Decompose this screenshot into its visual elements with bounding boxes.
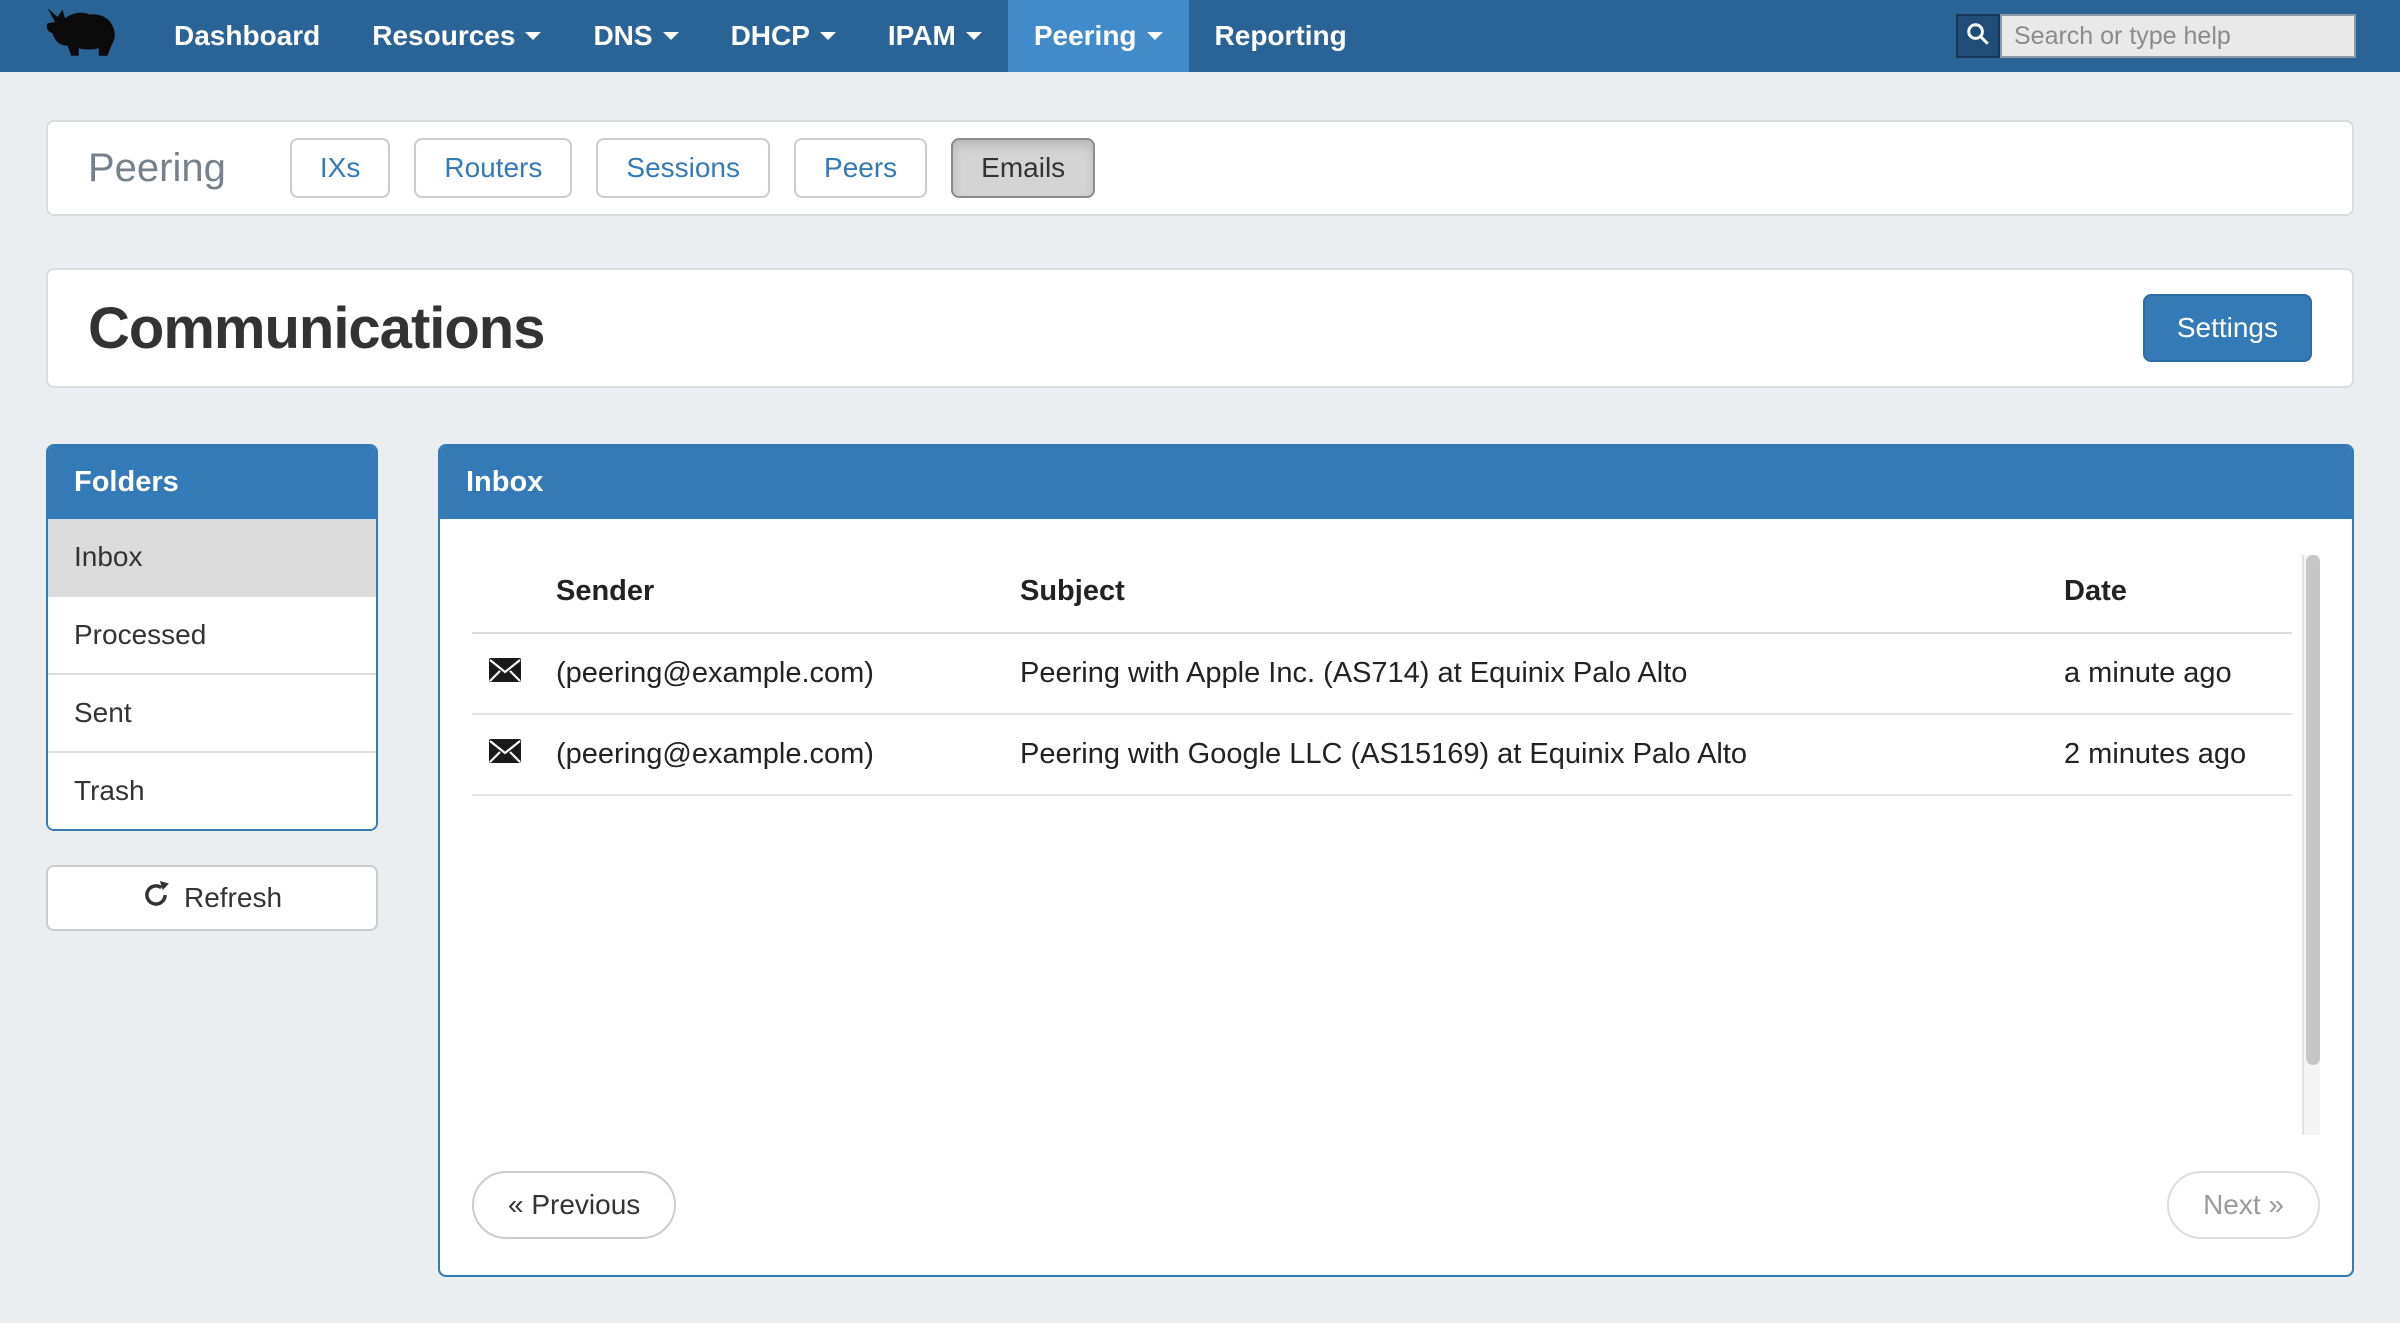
toolbar-buttons: IXs Routers Sessions Peers Emails <box>290 138 1095 198</box>
envelope-icon <box>488 738 522 772</box>
email-table-header-row: Sender Subject Date <box>472 551 2292 633</box>
search-icon <box>1965 18 1991 55</box>
toolbar-title: Peering <box>88 146 226 191</box>
settings-button[interactable]: Settings <box>2143 294 2312 362</box>
inbox-body: Sender Subject Date <box>440 519 2352 1275</box>
sender-column-header: Sender <box>540 551 1004 633</box>
subject-column-header: Subject <box>1004 551 2048 633</box>
folders-panel-heading: Folders <box>48 446 376 519</box>
nav-label: Resources <box>372 20 515 52</box>
email-row[interactable]: (peering@example.com) Peering with Googl… <box>472 714 2292 795</box>
chevron-down-icon <box>966 32 982 40</box>
peers-button[interactable]: Peers <box>794 138 927 198</box>
nav-item-dhcp[interactable]: DHCP <box>705 0 862 72</box>
search-input[interactable] <box>2000 14 2356 58</box>
email-table-region: Sender Subject Date <box>472 551 2320 1135</box>
routers-button[interactable]: Routers <box>414 138 572 198</box>
page-title: Communications <box>88 295 545 362</box>
inbox-panel: Inbox Sender Subject Date <box>438 444 2354 1277</box>
refresh-icon <box>142 881 170 916</box>
chevron-down-icon <box>525 32 541 40</box>
nav-item-dns[interactable]: DNS <box>567 0 704 72</box>
email-date: 2 minutes ago <box>2048 714 2292 795</box>
email-date: a minute ago <box>2048 633 2292 714</box>
communications-header: Communications Settings <box>46 268 2354 388</box>
table-scrollbar-thumb[interactable] <box>2306 555 2320 1065</box>
folder-item-trash[interactable]: Trash <box>48 751 376 829</box>
nav-label: Dashboard <box>174 20 320 52</box>
email-table: Sender Subject Date <box>472 551 2292 796</box>
refresh-button-label: Refresh <box>184 882 282 914</box>
nav-item-resources[interactable]: Resources <box>346 0 567 72</box>
brand-logo[interactable] <box>0 0 148 72</box>
nav-item-peering[interactable]: Peering <box>1008 0 1189 72</box>
icon-column-header <box>472 551 540 633</box>
pagination: « Previous Next » <box>472 1171 2320 1239</box>
sessions-button[interactable]: Sessions <box>596 138 770 198</box>
folder-list: Inbox Processed Sent Trash <box>48 519 376 829</box>
chevron-down-icon <box>663 32 679 40</box>
emails-button[interactable]: Emails <box>951 138 1095 198</box>
nav-label: IPAM <box>888 20 956 52</box>
ixs-button[interactable]: IXs <box>290 138 390 198</box>
email-row[interactable]: (peering@example.com) Peering with Apple… <box>472 633 2292 714</box>
nav-item-reporting[interactable]: Reporting <box>1189 0 1373 72</box>
rhino-logo-icon <box>40 4 120 68</box>
refresh-button[interactable]: Refresh <box>46 865 378 931</box>
inbox-panel-heading: Inbox <box>440 446 2352 519</box>
folder-item-sent[interactable]: Sent <box>48 673 376 751</box>
main-nav: Dashboard Resources DNS DHCP IPAM Peerin… <box>148 0 1373 72</box>
navbar-search <box>1956 0 2400 72</box>
nav-label: Reporting <box>1215 20 1347 52</box>
nav-item-ipam[interactable]: IPAM <box>862 0 1008 72</box>
search-button[interactable] <box>1956 14 2000 58</box>
date-column-header: Date <box>2048 551 2292 633</box>
nav-label: Peering <box>1034 20 1137 52</box>
folders-panel: Folders Inbox Processed Sent Trash <box>46 444 378 831</box>
nav-label: DHCP <box>731 20 810 52</box>
chevron-down-icon <box>820 32 836 40</box>
table-scrollbar[interactable] <box>2302 555 2320 1135</box>
email-sender: (peering@example.com) <box>540 714 1004 795</box>
folder-item-processed[interactable]: Processed <box>48 595 376 673</box>
previous-page-button[interactable]: « Previous <box>472 1171 676 1239</box>
email-subject: Peering with Apple Inc. (AS714) at Equin… <box>1004 633 2048 714</box>
peering-toolbar: Peering IXs Routers Sessions Peers Email… <box>46 120 2354 216</box>
top-navbar: Dashboard Resources DNS DHCP IPAM Peerin… <box>0 0 2400 72</box>
nav-item-dashboard[interactable]: Dashboard <box>148 0 346 72</box>
envelope-icon <box>488 657 522 691</box>
folders-column: Folders Inbox Processed Sent Trash Refre… <box>46 444 378 931</box>
nav-label: DNS <box>593 20 652 52</box>
email-subject: Peering with Google LLC (AS15169) at Equ… <box>1004 714 2048 795</box>
email-sender: (peering@example.com) <box>540 633 1004 714</box>
next-page-button[interactable]: Next » <box>2167 1171 2320 1239</box>
chevron-down-icon <box>1147 32 1163 40</box>
folder-item-inbox[interactable]: Inbox <box>48 519 376 595</box>
